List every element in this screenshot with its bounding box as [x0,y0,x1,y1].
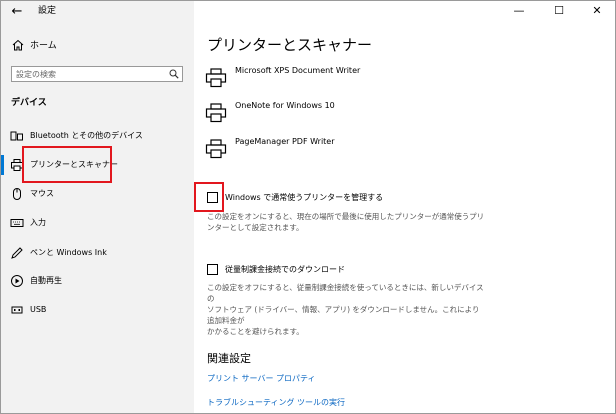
sidebar-item-label: マウス [30,189,54,198]
settings-window: ← 設定 ホーム デバイス Bluetooth とその他のデバイス [0,0,616,414]
keyboard-icon [10,219,24,227]
printer-item-pagemanager[interactable]: PageManager PDF Writer [205,136,505,164]
description-line: ンターとして設定されます。 [207,223,304,232]
sidebar-item-label: 自動再生 [30,276,62,285]
title-bar: ← 設定 [1,1,194,23]
sidebar-item-label: 入力 [30,218,46,227]
related-settings-title: 関連設定 [207,352,251,365]
description-line: ソフトウェア (ドライバー、情報、アプリ) をダウンロードしません。これにより追… [207,305,480,325]
sidebar-item-label: ペンと Windows Ink [30,248,107,257]
metered-download-option[interactable]: 従量制課金接続でのダウンロード [207,264,567,280]
default-printer-label: Windows で通常使うプリンターを管理する [225,193,384,202]
sidebar-item-usb[interactable]: USB [1,298,194,322]
printer-item-xps[interactable]: Microsoft XPS Document Writer [205,65,505,93]
sidebar: ← 設定 ホーム デバイス Bluetooth とその他のデバイス [1,1,194,413]
metered-download-description: この設定をオフにすると、従量制課金接続を使っているときには、新しいデバイスの ソ… [207,282,487,337]
metered-download-label: 従量制課金接続でのダウンロード [225,265,345,274]
default-printer-checkbox[interactable] [207,192,218,203]
home-icon [12,39,24,51]
metered-download-checkbox[interactable] [207,264,218,275]
search-input[interactable] [12,67,166,81]
page-title: プリンターとスキャナー [207,36,373,54]
printer-icon [11,159,23,171]
maximize-button[interactable]: ☐ [547,3,571,19]
sidebar-item-pen[interactable]: ペンと Windows Ink [1,241,194,265]
main-pane: — ☐ ✕ プリンターとスキャナー Microsoft XPS Document… [194,1,615,413]
printer-item-onenote[interactable]: OneNote for Windows 10 [205,100,505,128]
sidebar-item-label: Bluetooth とその他のデバイス [30,131,143,140]
window-controls: — ☐ ✕ [505,1,615,23]
usb-icon [11,306,23,314]
sidebar-item-label: USB [30,305,47,314]
printer-icon [205,139,227,159]
autoplay-icon [11,275,23,287]
printer-name: PageManager PDF Writer [235,137,335,146]
troubleshooter-link[interactable]: トラブルシューティング ツールの実行 [207,397,345,408]
app-title: 設定 [38,6,57,16]
sidebar-item-bluetooth[interactable]: Bluetooth とその他のデバイス [1,124,194,148]
sidebar-item-printers[interactable]: プリンターとスキャナー [1,153,194,177]
sidebar-home[interactable]: ホーム [1,35,194,57]
back-button[interactable]: ← [9,4,25,20]
sidebar-item-mouse[interactable]: マウス [1,182,194,206]
search-box [11,66,183,82]
sidebar-item-autoplay[interactable]: 自動再生 [1,269,194,293]
description-line: かかることを避けられます。 [207,327,304,336]
sidebar-item-input[interactable]: 入力 [1,211,194,235]
minimize-button[interactable]: — [507,3,531,19]
search-icon[interactable] [169,69,179,79]
sidebar-item-label: プリンターとスキャナー [30,160,118,169]
default-printer-description: この設定をオンにすると、現在の場所で最後に使用したプリンターが通常使うプリ ンタ… [207,211,487,233]
description-line: この設定をオフにすると、従量制課金接続を使っているときには、新しいデバイスの [207,283,484,303]
bluetooth-device-icon [10,131,23,141]
section-title-devices: デバイス [11,98,47,108]
default-printer-option[interactable]: Windows で通常使うプリンターを管理する [207,192,567,208]
home-label: ホーム [30,41,57,51]
printer-name: OneNote for Windows 10 [235,101,335,110]
print-server-properties-link[interactable]: プリント サーバー プロパティ [207,373,316,384]
printer-icon [205,103,227,123]
pen-icon [11,247,23,259]
close-button[interactable]: ✕ [585,3,609,19]
printer-name: Microsoft XPS Document Writer [235,66,361,75]
printer-icon [205,68,227,88]
mouse-icon [13,188,21,200]
description-line: この設定をオンにすると、現在の場所で最後に使用したプリンターが通常使うプリ [207,212,485,221]
